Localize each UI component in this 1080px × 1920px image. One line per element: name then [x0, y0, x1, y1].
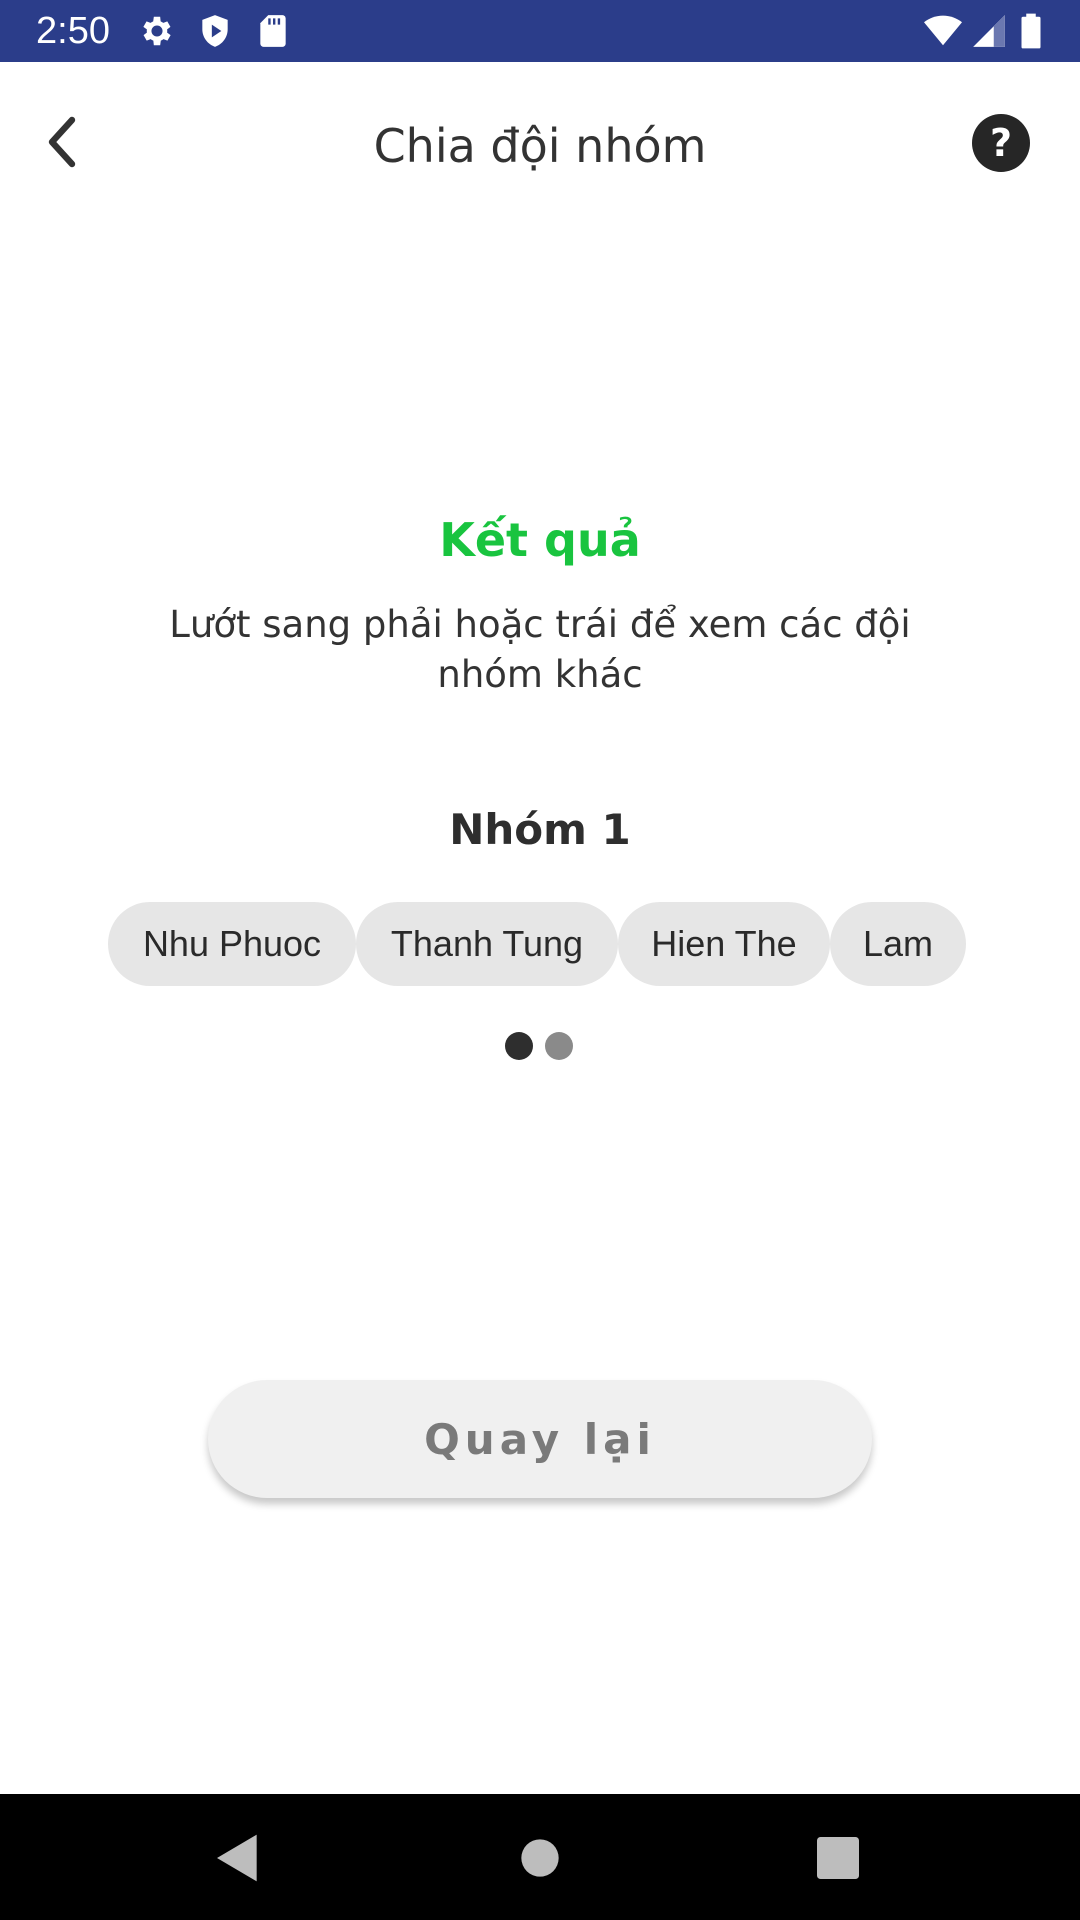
home-circle-icon[interactable] — [512, 1830, 568, 1886]
member-chip: Lam — [830, 902, 966, 986]
page-dot-active — [505, 1032, 533, 1060]
recents-square-icon[interactable] — [810, 1830, 866, 1886]
shield-play-icon — [196, 12, 234, 50]
navigation-bar — [0, 1794, 1080, 1920]
result-title: Kết quả — [439, 513, 641, 567]
member-chip-row[interactable]: Nhu Phuoc Thanh Tung Hien The Lam — [108, 902, 966, 986]
back-action-button[interactable]: Quay lại — [208, 1380, 872, 1498]
member-chip: Nhu Phuoc — [108, 902, 356, 986]
sd-card-icon — [254, 12, 292, 50]
status-time: 2:50 — [36, 10, 110, 52]
help-button[interactable]: ? — [972, 114, 1030, 172]
signal-icon — [970, 12, 1008, 50]
group-title: Nhóm 1 — [449, 805, 631, 854]
app-bar: Chia đội nhóm ? — [0, 62, 1080, 232]
battery-icon — [1014, 12, 1048, 50]
back-button[interactable] — [30, 110, 94, 174]
page-title: Chia đội nhóm — [373, 119, 707, 173]
page-dot — [545, 1032, 573, 1060]
member-chip: Hien The — [618, 902, 830, 986]
help-icon: ? — [989, 121, 1013, 165]
chevron-left-icon — [48, 116, 76, 168]
result-subtitle: Lướt sang phải hoặc trái để xem các đội … — [169, 603, 911, 696]
status-bar: 2:50 — [0, 0, 1080, 62]
back-triangle-icon[interactable] — [210, 1830, 266, 1886]
settings-icon — [138, 12, 176, 50]
member-chip: Thanh Tung — [356, 902, 618, 986]
wifi-icon — [922, 12, 964, 50]
page-indicator[interactable] — [505, 1032, 573, 1060]
